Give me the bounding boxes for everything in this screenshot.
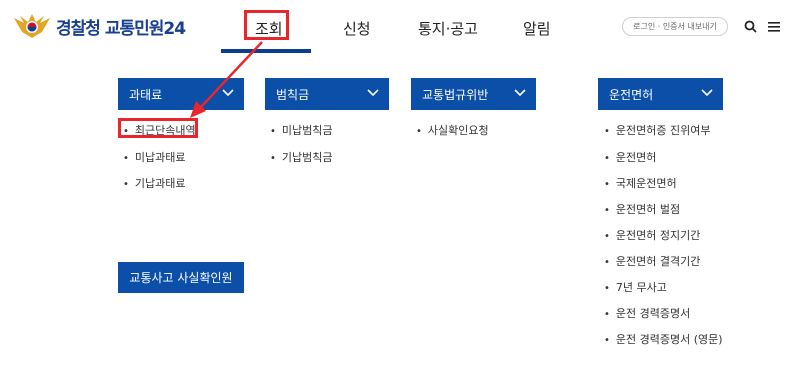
- menu-item-label: 사실확인요청: [427, 124, 489, 137]
- accident-certificate-button[interactable]: 교통사고 사실확인원: [118, 262, 244, 293]
- menu-item-label: 운전 경력증명서 (영문): [615, 333, 723, 346]
- menu-item-driving-record-certificate-english[interactable]: • 운전 경력증명서 (영문): [604, 331, 723, 347]
- nav-item-notice[interactable]: 통지·공고: [418, 18, 478, 39]
- chevron-down-icon: [222, 89, 234, 97]
- menu-item-label: 기납범칙금: [281, 151, 333, 164]
- menu-item-label: 운전면허 결격기간: [615, 255, 701, 268]
- menu-item-label: 기납과태료: [134, 177, 186, 190]
- menu-item-label: 미납과태료: [134, 151, 186, 164]
- category-label: 범칙금: [276, 87, 310, 102]
- menu-item-driving-record-certificate[interactable]: • 운전 경력증명서: [604, 305, 690, 321]
- chevron-down-icon: [514, 89, 526, 97]
- site-logo[interactable]: 경찰청 교통민원24: [12, 12, 186, 40]
- menu-item-seven-year-safe-driving[interactable]: • 7년 무사고: [604, 279, 667, 295]
- menu-item-paid-fine[interactable]: • 기납과태료: [123, 175, 186, 191]
- police-emblem-icon: [14, 14, 50, 38]
- category-fine[interactable]: 과태료: [118, 78, 244, 110]
- menu-item-label: 운전면허: [615, 151, 657, 164]
- menu-item-label: 국제운전면허: [615, 177, 677, 190]
- menu-item-license-disqualification[interactable]: • 운전면허 결격기간: [604, 253, 700, 269]
- menu-item-unpaid-fine[interactable]: • 미납과태료: [123, 149, 186, 165]
- menu-item-unpaid-penalty[interactable]: • 미납범칙금: [270, 122, 333, 138]
- menu-item-label: 운전면허 벌점: [615, 203, 681, 216]
- menu-item-international-license[interactable]: • 국제운전면허: [604, 175, 677, 191]
- menu-item-label: 운전면허 정지기간: [615, 229, 701, 242]
- site-title: 경찰청 교통민원24: [56, 18, 186, 39]
- chevron-down-icon: [701, 89, 713, 97]
- nav-item-announcement[interactable]: 알림: [523, 18, 551, 39]
- active-tab-indicator: [221, 49, 311, 53]
- menu-item-fact-check-request[interactable]: • 사실확인요청: [416, 122, 489, 138]
- menu-item-label: 운전면허증 진위여부: [615, 124, 711, 137]
- menu-item-label: 운전 경력증명서: [615, 307, 691, 320]
- nav-item-application[interactable]: 신청: [343, 18, 371, 39]
- annotation-arrow: [190, 41, 263, 118]
- menu-item-license[interactable]: • 운전면허: [604, 149, 656, 165]
- category-penalty[interactable]: 범칙금: [265, 78, 389, 110]
- menu-item-license-suspension[interactable]: • 운전면허 정지기간: [604, 227, 700, 243]
- menu-item-license-authenticity[interactable]: • 운전면허증 진위여부: [604, 122, 710, 138]
- menu-item-label: 미납범칙금: [281, 124, 333, 137]
- menu-item-license-points[interactable]: • 운전면허 벌점: [604, 201, 680, 217]
- category-driver-license[interactable]: 운전면허: [598, 78, 723, 110]
- chevron-down-icon: [367, 89, 379, 97]
- login-button[interactable]: 로그인 · 인증서 내보내기: [622, 17, 728, 36]
- category-label: 운전면허: [609, 87, 654, 102]
- category-label: 교통법규위반: [422, 87, 489, 102]
- category-label: 과태료: [129, 87, 163, 102]
- search-icon[interactable]: [744, 20, 757, 33]
- highlight-box-item: [118, 118, 198, 138]
- menu-item-paid-penalty[interactable]: • 기납범칙금: [270, 149, 333, 165]
- hamburger-menu-icon[interactable]: [768, 21, 780, 32]
- highlight-box-nav: [244, 10, 289, 40]
- menu-item-label: 7년 무사고: [615, 281, 667, 294]
- category-traffic-violation[interactable]: 교통법규위반: [411, 78, 536, 110]
